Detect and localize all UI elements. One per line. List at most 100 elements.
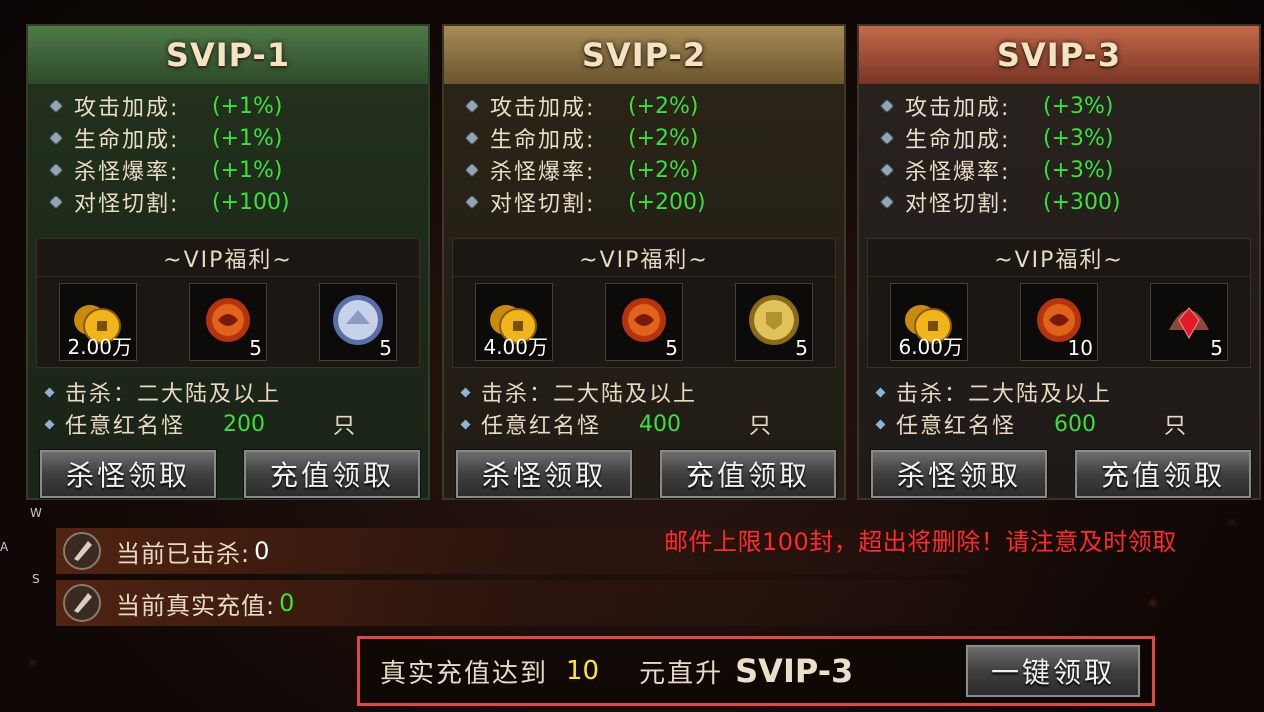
upgrade-text-1: 真实充值达到 <box>380 658 549 689</box>
red-name-label: 任意红名怪 <box>65 414 186 439</box>
stat-row: 杀怪爆率: (+3%) <box>881 154 1259 186</box>
stat-row: 杀怪爆率: (+2%) <box>466 154 844 186</box>
stat-label: 杀怪爆率: <box>490 160 596 185</box>
reward-count: 5 <box>1210 336 1223 360</box>
benefit-title: ~VIP福利~ <box>453 239 835 277</box>
recharge-claim-button[interactable]: 充值领取 <box>1074 449 1252 499</box>
stat-value: (+3%) <box>1043 125 1114 151</box>
reward-slot-red-orb[interactable]: 5 <box>189 283 267 361</box>
killed-label: 当前已击杀: <box>116 539 251 568</box>
stat-label: 对怪切割: <box>490 192 596 217</box>
stat-label: 生命加成: <box>74 128 180 153</box>
kill-row: 击杀：二大陆及以上 <box>44 376 357 408</box>
diamond-bullet-icon <box>460 387 471 397</box>
stat-value: (+1%) <box>212 157 283 183</box>
stat-label: 生命加成: <box>905 128 1011 153</box>
stat-row: 生命加成: (+2%) <box>466 122 844 154</box>
stat-row: 生命加成: (+3%) <box>881 122 1259 154</box>
red-name-row: 任意红名怪 200 只 <box>44 408 358 440</box>
kill-label: 击杀：二大陆及以上 <box>65 382 282 407</box>
red-name-row: 任意红名怪 600 只 <box>875 408 1189 440</box>
reward-count: 5 <box>379 336 392 360</box>
stat-row: 攻击加成: (+2%) <box>466 90 844 122</box>
stat-label: 杀怪爆率: <box>74 160 180 185</box>
red-name-label: 任意红名怪 <box>481 414 602 439</box>
stat-row: 攻击加成: (+3%) <box>881 90 1259 122</box>
upgrade-text-2: 元直升 <box>639 658 724 689</box>
red-name-count: 600 <box>1054 411 1097 437</box>
stat-label: 对怪切割: <box>74 192 180 217</box>
diamond-bullet-icon <box>50 100 62 112</box>
kill-row: 击杀：二大陆及以上 <box>875 376 1188 408</box>
reward-count: 10 <box>1067 336 1093 360</box>
vip-benefit-box: ~VIP福利~ 6.00万 10 5 <box>867 238 1251 368</box>
stat-row: 生命加成: (+1%) <box>50 122 428 154</box>
kill-label: 击杀：二大陆及以上 <box>896 382 1113 407</box>
stat-value: (+3%) <box>1043 93 1114 119</box>
reward-slot-gold-coins[interactable]: 2.00万 <box>59 283 137 361</box>
reward-count: 5 <box>795 336 808 360</box>
vip-benefit-box: ~VIP福利~ 2.00万 5 5 <box>36 238 420 368</box>
stat-value: (+2%) <box>628 93 699 119</box>
diamond-bullet-icon <box>50 132 62 144</box>
reward-slot-ruby-crown[interactable]: 5 <box>1150 283 1228 361</box>
kill-row: 击杀：二大陆及以上 <box>460 376 773 408</box>
diamond-bullet-icon <box>466 164 478 176</box>
stat-label: 攻击加成: <box>905 96 1011 121</box>
reward-slot-gold-coins[interactable]: 6.00万 <box>890 283 968 361</box>
one-click-claim-button[interactable]: 一键领取 <box>965 644 1141 698</box>
stat-value: (+3%) <box>1043 157 1114 183</box>
reward-slot-red-orb[interactable]: 10 <box>1020 283 1098 361</box>
reward-slot-gold-coins[interactable]: 4.00万 <box>475 283 553 361</box>
svip-3-panel: SVIP-3 攻击加成: (+3%) 生命加成: (+3%) 杀怪爆率: (+3%) … <box>857 24 1261 500</box>
stat-value: (+1%) <box>212 93 283 119</box>
stat-label: 生命加成: <box>490 128 596 153</box>
red-name-unit: 只 <box>333 414 358 439</box>
reward-slot-gold-medal[interactable]: 5 <box>735 283 813 361</box>
mail-limit-notice: 邮件上限100封，超出将删除！请注意及时领取 <box>664 528 1177 556</box>
kill-claim-button[interactable]: 杀怪领取 <box>455 449 633 499</box>
stat-label: 攻击加成: <box>490 96 596 121</box>
diamond-bullet-icon <box>50 164 62 176</box>
scroll-icon <box>56 580 108 626</box>
side-letter-s: S <box>32 572 40 586</box>
kill-claim-button[interactable]: 杀怪领取 <box>39 449 217 499</box>
recharge-label: 当前真实充值: <box>116 591 276 620</box>
reward-count: 5 <box>665 336 678 360</box>
kill-requirements: 击杀：二大陆及以上 任意红名怪 600 只 <box>875 376 1189 440</box>
panel-title: SVIP-2 <box>444 26 844 84</box>
red-name-unit: 只 <box>1164 414 1189 439</box>
svip-1-panel: SVIP-1 攻击加成: (+1%) 生命加成: (+1%) 杀怪爆率: (+1%) … <box>26 24 430 500</box>
benefit-title: ~VIP福利~ <box>868 239 1250 277</box>
stat-value: (+200) <box>628 189 706 215</box>
recharge-claim-button[interactable]: 充值领取 <box>243 449 421 499</box>
stat-label: 对怪切割: <box>905 192 1011 217</box>
diamond-bullet-icon <box>881 164 893 176</box>
stat-label: 杀怪爆率: <box>905 160 1011 185</box>
diamond-bullet-icon <box>466 100 478 112</box>
stats-list: 攻击加成: (+3%) 生命加成: (+3%) 杀怪爆率: (+3%) 对怪切割: (+… <box>859 84 1259 218</box>
diamond-bullet-icon <box>466 196 478 208</box>
stat-row: 对怪切割: (+300) <box>881 186 1259 218</box>
kill-claim-button[interactable]: 杀怪领取 <box>870 449 1048 499</box>
stats-list: 攻击加成: (+1%) 生命加成: (+1%) 杀怪爆率: (+1%) 对怪切割: (+… <box>28 84 428 218</box>
stat-value: (+300) <box>1043 189 1121 215</box>
recharge-claim-button[interactable]: 充值领取 <box>659 449 837 499</box>
diamond-bullet-icon <box>44 419 55 429</box>
vip-benefit-box: ~VIP福利~ 4.00万 5 5 <box>452 238 836 368</box>
stat-value: (+2%) <box>628 157 699 183</box>
upgrade-amount: 10 <box>566 656 600 686</box>
diamond-bullet-icon <box>875 419 886 429</box>
stat-label: 攻击加成: <box>74 96 180 121</box>
direct-upgrade-box: 真实充值达到 10 元直升 SVIP-3 一键领取 <box>357 636 1155 706</box>
stat-row: 攻击加成: (+1%) <box>50 90 428 122</box>
diamond-bullet-icon <box>881 100 893 112</box>
reward-slot-silver-medal[interactable]: 5 <box>319 283 397 361</box>
panel-title: SVIP-1 <box>28 26 428 84</box>
reward-slot-red-orb[interactable]: 5 <box>605 283 683 361</box>
benefit-title: ~VIP福利~ <box>37 239 419 277</box>
svip-2-panel: SVIP-2 攻击加成: (+2%) 生命加成: (+2%) 杀怪爆率: (+2%) … <box>442 24 846 500</box>
upgrade-level: SVIP-3 <box>735 652 854 690</box>
killed-value: 0 <box>254 537 270 565</box>
red-name-count: 200 <box>223 411 266 437</box>
